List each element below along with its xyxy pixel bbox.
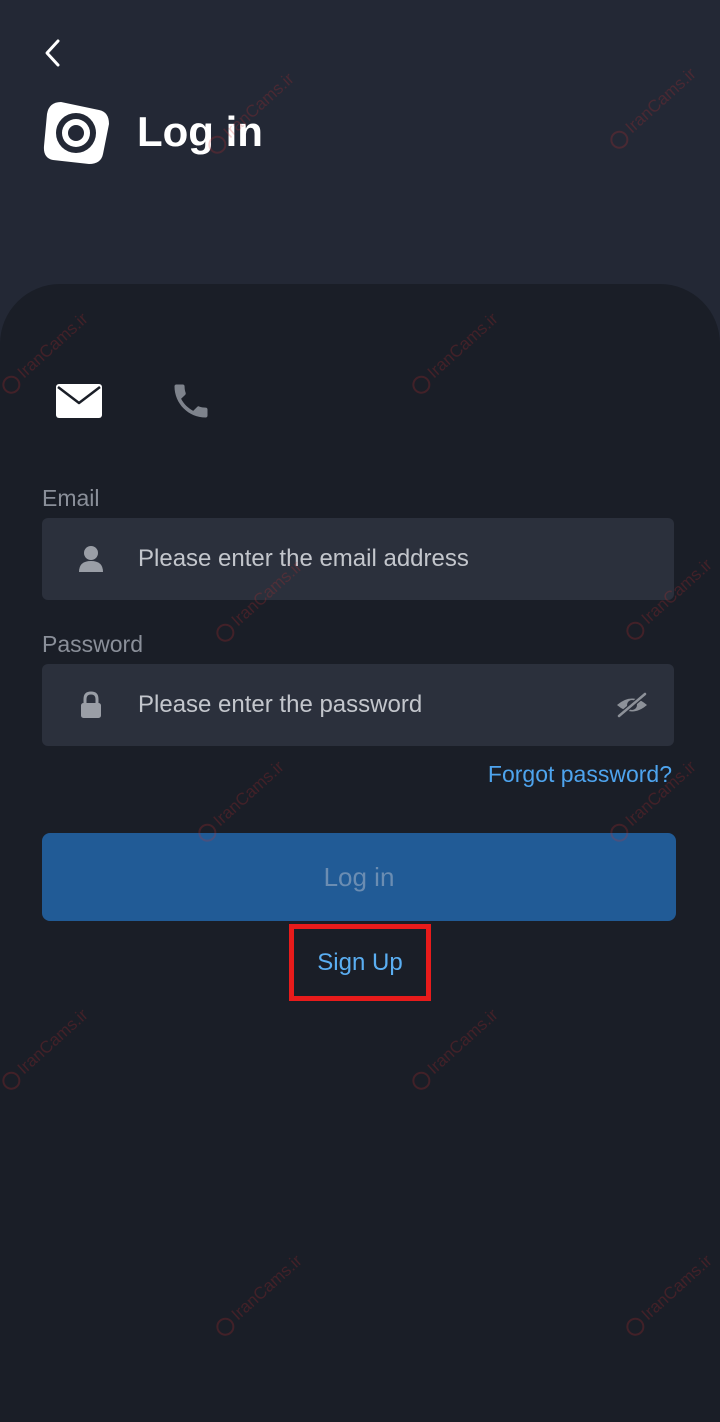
- signup-highlight-box: Sign Up: [289, 924, 431, 1001]
- login-button[interactable]: Log in: [42, 833, 676, 921]
- signup-link[interactable]: Sign Up: [294, 929, 426, 996]
- password-field[interactable]: [42, 664, 674, 746]
- watermark: IranCams.ir: [605, 64, 700, 153]
- user-icon: [76, 543, 106, 575]
- lock-icon: [76, 689, 106, 721]
- page-title: Log in: [137, 108, 263, 155]
- app-logo-icon: [41, 98, 111, 168]
- mail-icon: [56, 384, 102, 418]
- chevron-left-icon: [45, 39, 60, 67]
- eye-off-icon[interactable]: [612, 688, 652, 722]
- email-label: Email: [42, 485, 100, 511]
- login-screen: Log in Email Password: [0, 0, 720, 1422]
- forgot-password-link[interactable]: Forgot password?: [488, 758, 672, 790]
- password-input[interactable]: [138, 664, 598, 746]
- tab-email-login[interactable]: [50, 372, 108, 430]
- back-button[interactable]: [36, 36, 70, 70]
- email-field[interactable]: [42, 518, 674, 600]
- email-input[interactable]: [138, 518, 598, 600]
- password-label: Password: [42, 631, 143, 657]
- tab-phone-login[interactable]: [162, 372, 220, 430]
- phone-icon: [174, 384, 208, 418]
